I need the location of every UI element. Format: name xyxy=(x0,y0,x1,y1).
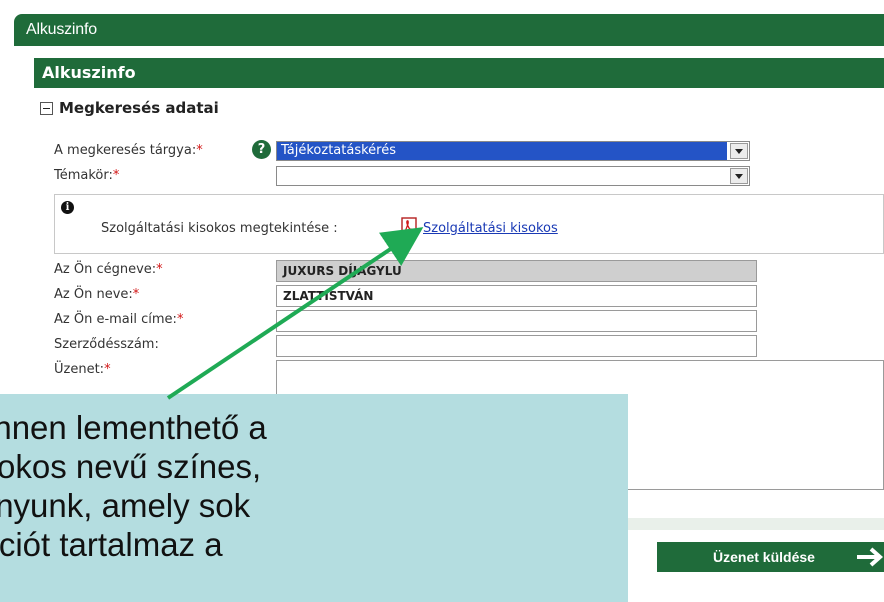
topic-select[interactable] xyxy=(276,166,750,186)
arrow-right-icon xyxy=(857,547,884,567)
contract-field[interactable] xyxy=(276,335,757,357)
contract-label: Szerződésszám: xyxy=(54,337,159,352)
info-text: Szolgáltatási kisokos megtekintése : xyxy=(101,221,338,236)
topic-label-text: Témakör: xyxy=(54,168,113,183)
annotation-callout: es innen lementhető a Kisokos nevű színe… xyxy=(0,394,628,602)
subject-select-value: Tájékoztatáskérés xyxy=(277,142,727,160)
info-box: i Szolgáltatási kisokos megtekintése : S… xyxy=(54,194,884,254)
subject-label-text: A megkeresés tárgya: xyxy=(54,143,197,158)
help-icon[interactable]: ? xyxy=(252,140,271,159)
message-label: Üzenet:* xyxy=(54,362,111,377)
company-field: JUXURS DÍJAGYLU xyxy=(276,260,757,282)
collapse-icon[interactable] xyxy=(40,101,53,115)
required-mark: * xyxy=(196,143,203,158)
kisokos-link[interactable]: Szolgáltatási kisokos xyxy=(423,221,558,236)
section-header[interactable]: Megkeresés adatai xyxy=(40,98,219,118)
section-title: Megkeresés adatai xyxy=(59,99,219,117)
email-field[interactable] xyxy=(276,310,757,332)
window-title: Alkuszinfo xyxy=(26,21,97,38)
page: Alkuszinfo Alkuszinfo Megkeresés adatai … xyxy=(0,0,884,602)
subject-select[interactable]: Tájékoztatáskérés xyxy=(276,141,750,161)
company-label: Az Ön cégneve:* xyxy=(54,262,163,277)
message-label-text: Üzenet: xyxy=(54,362,105,377)
required-mark: * xyxy=(176,312,184,327)
contract-label-text: Szerződésszám: xyxy=(54,337,159,352)
required-mark: * xyxy=(104,362,111,377)
chevron-down-icon[interactable] xyxy=(730,143,748,159)
send-message-button[interactable]: Üzenet küldése xyxy=(657,542,884,572)
pdf-icon[interactable] xyxy=(401,217,417,237)
email-label-text: Az Ön e-mail címe: xyxy=(54,312,177,327)
callout-text: es innen lementhető a Kisokos nevű színe… xyxy=(0,409,267,563)
send-button-label: Üzenet küldése xyxy=(713,549,815,565)
info-icon: i xyxy=(61,201,74,214)
subject-label: A megkeresés tárgya:* xyxy=(54,143,203,158)
chevron-down-icon[interactable] xyxy=(730,168,748,184)
panel-title: Alkuszinfo xyxy=(42,63,136,82)
panel-header: Alkuszinfo xyxy=(34,58,884,88)
company-label-text: Az Ön cégneve: xyxy=(54,262,157,277)
name-label-text: Az Ön neve: xyxy=(54,287,133,302)
topic-select-value xyxy=(277,167,727,185)
required-mark: * xyxy=(156,262,163,277)
email-label: Az Ön e-mail címe:* xyxy=(54,312,183,327)
window-title-bar: Alkuszinfo xyxy=(14,14,884,46)
name-field[interactable]: ZLATTISTVÁN xyxy=(276,285,757,307)
required-mark: * xyxy=(112,168,120,183)
name-label: Az Ön neve:* xyxy=(54,287,139,302)
required-mark: * xyxy=(132,287,140,302)
topic-label: Témakör:* xyxy=(54,168,119,183)
